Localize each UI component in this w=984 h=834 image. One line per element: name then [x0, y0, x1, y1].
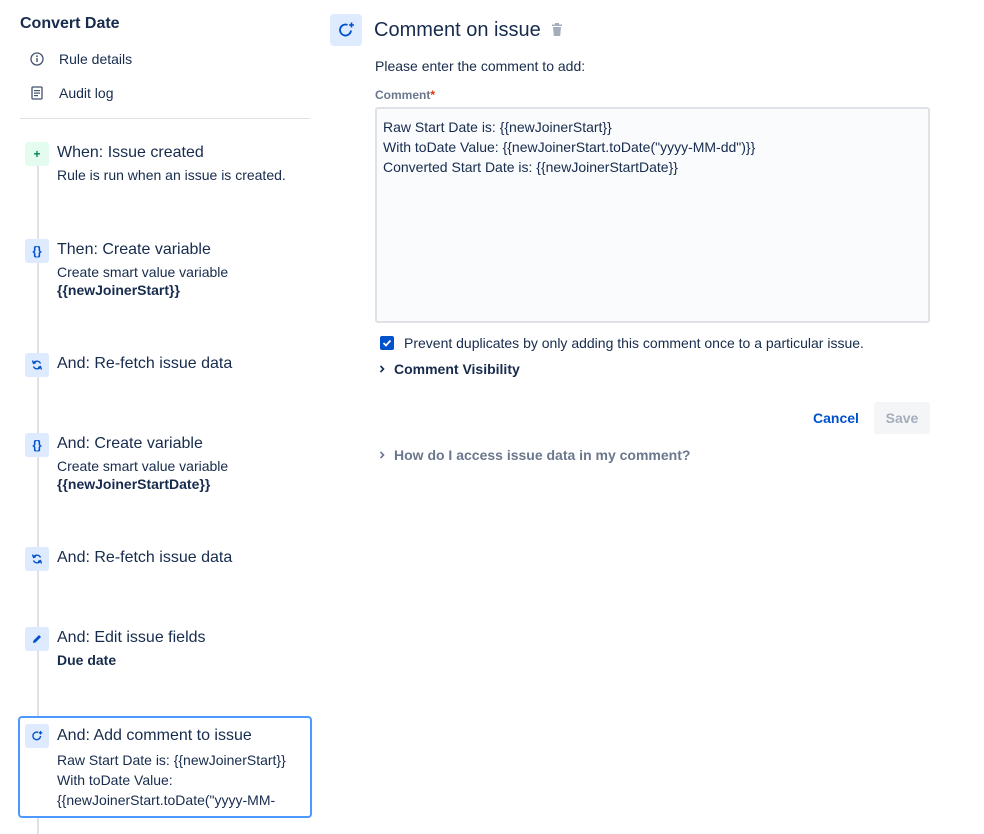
step-variable-name: {{newJoinerStartDate}}	[57, 476, 211, 492]
rule-step-edit-fields[interactable]: And: Edit issue fields Due date	[20, 627, 312, 671]
rule-sidebar: Convert Date Rule details Audit log + Wh…	[18, 0, 312, 834]
audit-log-icon	[29, 85, 45, 101]
step-title: Then: Create variable	[57, 241, 211, 258]
save-button[interactable]: Save	[874, 402, 930, 434]
step-description: Create smart value variable {{newJoinerS…	[57, 457, 228, 493]
audit-log-label: Audit log	[59, 85, 114, 101]
help-issue-data-label: How do I access issue data in my comment…	[394, 447, 691, 463]
step-field-name: Due date	[57, 652, 117, 668]
help-issue-data-toggle[interactable]: How do I access issue data in my comment…	[378, 447, 690, 463]
comment-icon	[330, 14, 362, 46]
rule-details-link[interactable]: Rule details	[29, 51, 132, 67]
braces-icon: {}	[25, 433, 49, 457]
info-icon	[29, 51, 45, 67]
step-title: And: Edit issue fields	[57, 629, 206, 646]
step-description: Rule is run when an issue is created.	[57, 167, 286, 183]
pencil-icon	[25, 627, 49, 651]
step-title: When: Issue created	[57, 144, 204, 161]
step-variable-name: {{newJoinerStart}}	[57, 282, 180, 298]
rule-details-label: Rule details	[59, 51, 133, 67]
page-title: Comment on issue	[374, 19, 541, 41]
step-title: And: Re-fetch issue data	[57, 549, 233, 566]
rule-step-refetch-1[interactable]: And: Re-fetch issue data	[20, 353, 312, 383]
rule-step-create-variable-2[interactable]: {} And: Create variable Create smart val…	[20, 433, 312, 493]
rule-title: Convert Date	[20, 15, 120, 32]
refresh-icon	[25, 353, 49, 377]
sidebar-divider	[20, 118, 310, 119]
chevron-right-icon	[379, 365, 385, 373]
audit-log-link[interactable]: Audit log	[29, 85, 113, 101]
comment-textarea[interactable]	[375, 107, 930, 323]
cancel-button[interactable]: Cancel	[802, 402, 870, 434]
braces-icon: {}	[25, 239, 49, 263]
step-description: Raw Start Date is: {{newJoinerStart}} Wi…	[57, 750, 286, 810]
step-title: And: Add comment to issue	[57, 727, 252, 744]
refresh-icon	[25, 547, 49, 571]
step-title: And: Re-fetch issue data	[57, 355, 233, 372]
prevent-duplicates-label: Prevent duplicates by only adding this c…	[404, 335, 864, 351]
chevron-right-icon	[379, 451, 385, 459]
rule-step-create-variable-1[interactable]: {} Then: Create variable Create smart va…	[20, 239, 312, 299]
rule-step-refetch-2[interactable]: And: Re-fetch issue data	[20, 547, 312, 577]
step-description-line: Raw Start Date is: {{newJoinerStart}}	[57, 752, 286, 768]
comment-visibility-label: Comment Visibility	[394, 361, 520, 377]
step-description-text: Create smart value variable	[57, 458, 229, 474]
required-mark: *	[430, 88, 436, 102]
comment-visibility-toggle[interactable]: Comment Visibility	[378, 361, 520, 377]
step-title: And: Create variable	[57, 435, 203, 452]
prevent-duplicates-checkbox[interactable]	[380, 336, 394, 350]
step-description-line: {{newJoinerStart.toDate("yyyy-MM-	[57, 792, 276, 808]
comment-field-label: Comment*	[375, 88, 435, 102]
step-description-line: With toDate Value:	[57, 772, 173, 788]
comment-icon	[25, 724, 49, 748]
step-description-text: Create smart value variable	[57, 264, 229, 280]
step-description: Create smart value variable {{newJoinerS…	[57, 263, 228, 299]
prevent-duplicates-row: Prevent duplicates by only adding this c…	[380, 335, 864, 351]
step-config-panel: Comment on issue Please enter the commen…	[330, 0, 970, 834]
trash-icon[interactable]	[550, 22, 564, 38]
rule-step-trigger[interactable]: + When: Issue created Rule is run when a…	[20, 142, 312, 192]
instruction-text: Please enter the comment to add:	[375, 58, 586, 74]
step-description: Due date	[57, 651, 116, 669]
comment-field-label-text: Comment	[375, 88, 431, 102]
plus-icon: +	[25, 142, 49, 166]
rule-step-add-comment[interactable]: And: Add comment to issue Raw Start Date…	[18, 716, 312, 818]
